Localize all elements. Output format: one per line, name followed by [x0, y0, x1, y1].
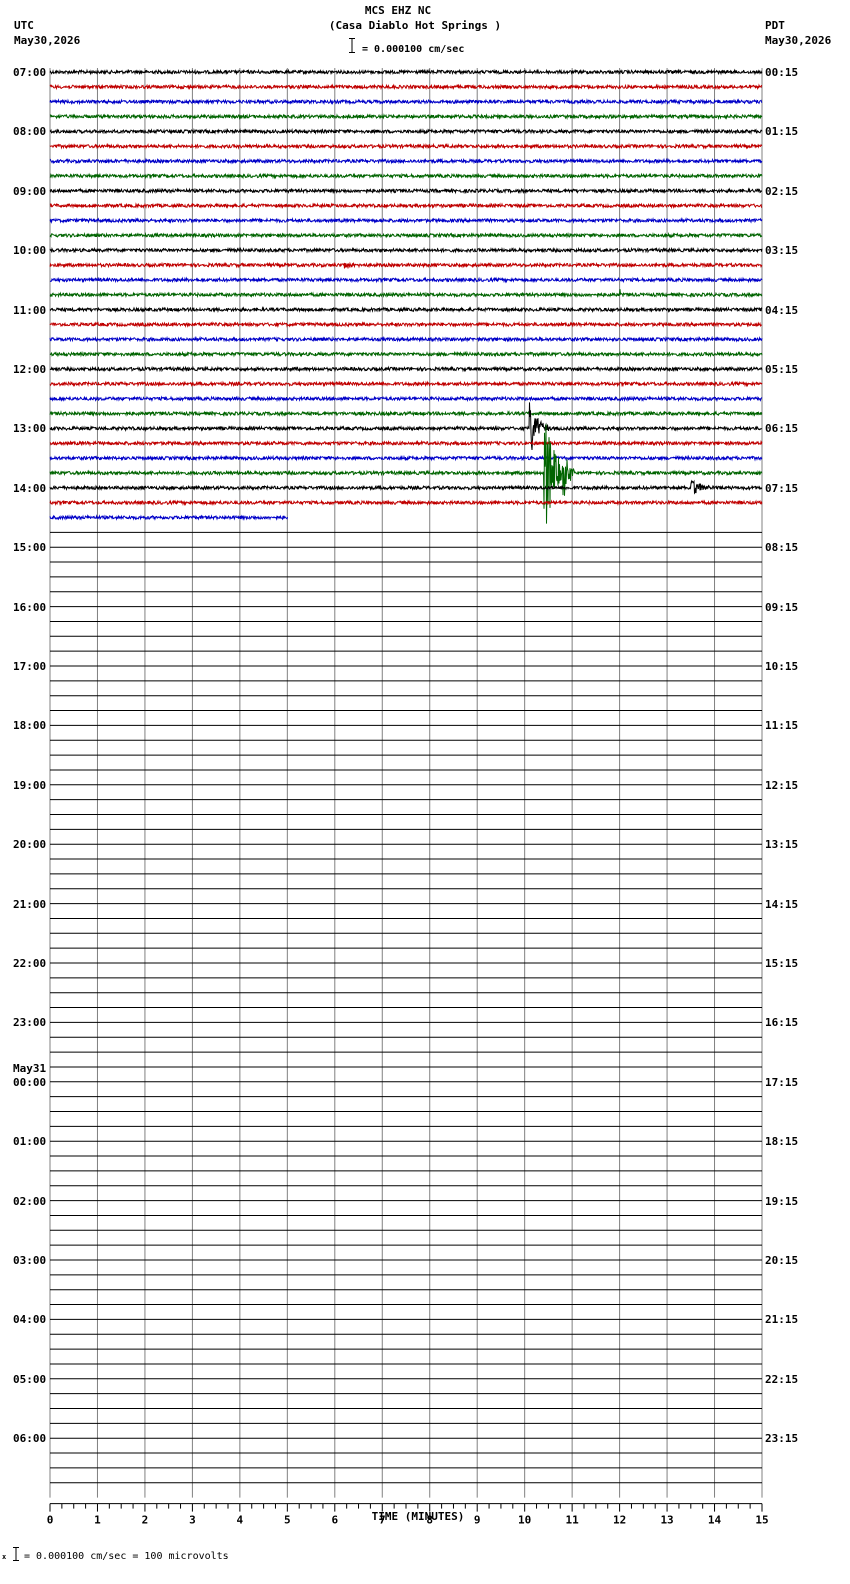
seismic-trace — [49, 202, 762, 210]
seismic-trace — [49, 113, 763, 121]
pdt-hour-label: 14:15 — [765, 897, 799, 911]
pdt-hour-label: 02:15 — [765, 184, 799, 198]
pdt-hour-label: 10:15 — [765, 660, 799, 673]
pdt-hour-label: 13:15 — [765, 838, 799, 852]
seismic-trace — [49, 261, 763, 269]
svg-text:x: x — [2, 1553, 7, 1561]
x-tick-label: 11 — [566, 1514, 580, 1527]
pdt-hour-label: 01:15 — [765, 125, 799, 139]
utc-hour-label: 21:00 — [13, 897, 47, 911]
utc-hour-label: 08:00 — [13, 125, 47, 139]
pdt-hour-label: 00:15 — [765, 66, 799, 79]
utc-hour-label: 06:00 — [13, 1432, 47, 1446]
seismic-trace — [49, 424, 763, 524]
pdt-hour-label: 03:15 — [765, 244, 799, 258]
x-tick-label: 12 — [613, 1514, 626, 1527]
seismic-trace — [49, 216, 763, 225]
seismic-trace — [49, 276, 763, 284]
seismic-trace — [49, 98, 763, 106]
seismic-trace — [49, 454, 763, 462]
seismic-trace — [49, 320, 763, 328]
x-tick-label: 13 — [660, 1514, 673, 1527]
footer-scale-note: = 0.000100 cm/sec = 100 microvolts — [24, 1551, 229, 1562]
seismic-trace — [49, 395, 763, 403]
pdt-hour-label: 22:15 — [765, 1372, 799, 1386]
seismic-trace — [49, 479, 763, 495]
utc-hour-label: 11:00 — [13, 303, 47, 317]
seismic-trace — [49, 380, 763, 388]
x-tick-label: 15 — [755, 1514, 768, 1527]
seismic-trace — [49, 350, 763, 358]
utc-hour-label: 12:00 — [13, 363, 47, 376]
pdt-hour-label: 05:15 — [765, 363, 799, 376]
utc-hour-label: 17:00 — [13, 660, 47, 673]
utc-hour-label: 16:00 — [13, 600, 47, 614]
seismic-trace — [49, 289, 763, 299]
pdt-hour-label: 09:15 — [765, 600, 799, 614]
x-tick-label: 0 — [47, 1514, 54, 1527]
seismogram-chart: 0 1 2 3 4 5 6 7 8 9 10 11 12 13 14 15 — [47, 68, 769, 1527]
seismic-trace — [49, 514, 288, 521]
utc-hour-label: 02:00 — [13, 1194, 47, 1208]
seismic-trace — [49, 439, 763, 447]
seismic-trace — [49, 335, 763, 343]
seismic-trace — [49, 127, 763, 135]
seismic-trace — [49, 142, 763, 150]
utc-hour-label: 10:00 — [13, 244, 47, 258]
utc-hour-label: 00:00 — [13, 1075, 47, 1089]
pdt-hour-label: 12:15 — [765, 778, 799, 792]
utc-hour-label: 07:00 — [13, 66, 47, 79]
pdt-hour-label: 17:15 — [765, 1075, 799, 1089]
pdt-hour-label: 21:15 — [765, 1313, 799, 1327]
pdt-hour-label: 04:15 — [765, 303, 799, 317]
x-axis-title: TIME (MINUTES) — [371, 1510, 465, 1523]
day-change-label: May31 — [13, 1061, 47, 1075]
seismic-trace — [49, 246, 763, 254]
utc-hour-label: 14:00 — [13, 481, 47, 495]
seismic-trace — [49, 187, 762, 195]
pdt-hour-label: 11:15 — [765, 719, 799, 733]
utc-hour-label: 04:00 — [13, 1313, 47, 1327]
x-tick-label: 3 — [189, 1514, 196, 1527]
seismic-trace — [49, 172, 763, 180]
utc-hour-label: 18:00 — [13, 719, 47, 733]
utc-hour-label: 20:00 — [13, 838, 47, 852]
pdt-hour-label: 15:15 — [765, 957, 799, 970]
seismic-trace — [49, 306, 763, 314]
utc-hour-label: 05:00 — [13, 1372, 47, 1386]
pdt-hour-label: 07:15 — [765, 481, 799, 495]
seismic-trace — [49, 410, 763, 418]
utc-hour-label: 15:00 — [13, 541, 47, 555]
x-tick-label: 1 — [94, 1514, 101, 1527]
footer-scale-icon: x — [2, 1546, 20, 1562]
seismic-trace — [49, 157, 763, 165]
pdt-hour-label: 23:15 — [765, 1432, 799, 1446]
x-tick-label: 10 — [518, 1514, 531, 1527]
seismic-trace — [49, 231, 763, 239]
seismic-trace — [49, 365, 763, 373]
utc-hour-label: 09:00 — [13, 184, 47, 198]
pdt-hour-label: 20:15 — [765, 1254, 799, 1267]
utc-hour-label: 13:00 — [13, 422, 47, 436]
utc-hour-label: 01:00 — [13, 1135, 47, 1149]
pdt-hour-label: 06:15 — [765, 422, 799, 436]
utc-hour-label: 19:00 — [13, 778, 47, 792]
pdt-hour-label: 16:15 — [765, 1016, 799, 1030]
x-tick-label: 4 — [237, 1514, 244, 1527]
x-tick-label: 14 — [708, 1514, 722, 1527]
seismic-trace — [49, 68, 763, 76]
pdt-hour-label: 18:15 — [765, 1135, 799, 1149]
utc-hour-label: 03:00 — [13, 1254, 47, 1267]
x-tick-label: 2 — [142, 1514, 149, 1527]
utc-hour-label: 23:00 — [13, 1016, 47, 1030]
x-tick-label: 9 — [474, 1514, 481, 1527]
utc-hour-label: 22:00 — [13, 957, 47, 970]
seismic-trace — [49, 499, 763, 507]
pdt-hour-label: 19:15 — [765, 1194, 799, 1208]
x-tick-label: 6 — [331, 1514, 338, 1527]
pdt-hour-label: 08:15 — [765, 541, 799, 555]
seismic-trace — [49, 83, 763, 91]
x-tick-label: 5 — [284, 1514, 291, 1527]
